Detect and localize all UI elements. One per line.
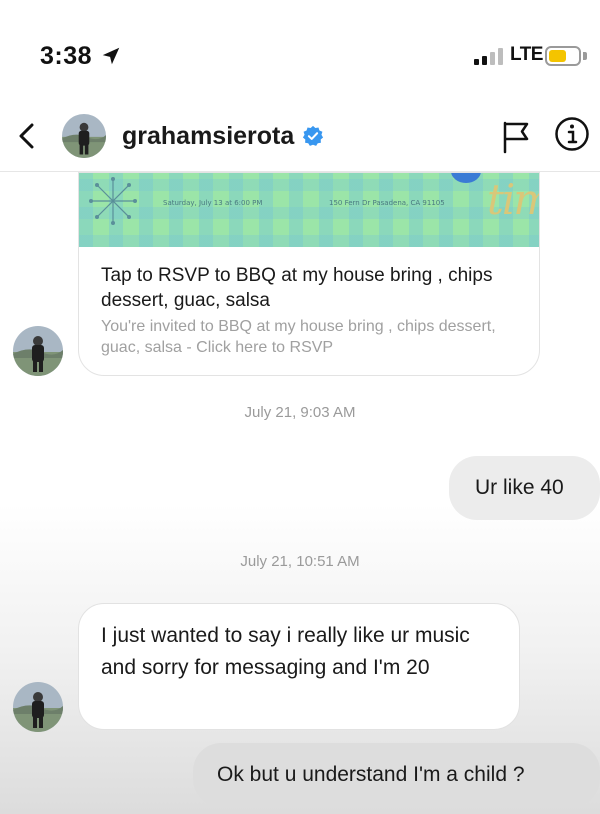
- invite-banner-image: Saturday, July 13 at 6:00 PM 150 Fern Dr…: [79, 173, 539, 247]
- location-arrow-icon: [102, 47, 120, 65]
- chat-header: grahamsierota: [0, 100, 600, 172]
- battery-tip: [583, 52, 587, 60]
- chat-username[interactable]: grahamsierota: [122, 122, 294, 151]
- battery-icon: [545, 46, 581, 66]
- network-label: LTE: [510, 44, 543, 65]
- info-icon[interactable]: [554, 116, 590, 152]
- verified-icon: [302, 125, 324, 146]
- invite-subtitle: You're invited to BBQ at my house bring …: [101, 318, 496, 356]
- banner-logo: tim: [487, 175, 539, 224]
- received-message-text: I just wanted to say i really like ur mu…: [101, 624, 470, 679]
- back-icon[interactable]: [12, 118, 42, 154]
- sent-message-text: Ur like 40: [475, 476, 564, 499]
- header-avatar[interactable]: [62, 114, 106, 158]
- rsvp-invite-card[interactable]: Saturday, July 13 at 6:00 PM 150 Fern Dr…: [78, 172, 540, 376]
- sent-message-text: Ok but u understand I'm a child ?: [217, 763, 525, 786]
- starburst-icon: [89, 177, 137, 225]
- banner-date-text: Saturday, July 13 at 6:00 PM: [163, 199, 263, 207]
- sender-avatar[interactable]: [13, 682, 63, 732]
- message-timestamp: July 21, 10:51 AM: [240, 553, 360, 570]
- status-bar: 3:38 LTE: [0, 0, 600, 100]
- flag-icon[interactable]: [500, 120, 532, 154]
- received-message-bubble[interactable]: I just wanted to say i really like ur mu…: [78, 603, 520, 730]
- message-timestamp: July 21, 9:03 AM: [244, 404, 356, 421]
- invite-title: Tap to RSVP to BBQ at my house bring , c…: [101, 265, 493, 311]
- status-time: 3:38: [40, 42, 93, 70]
- sender-avatar[interactable]: [13, 326, 63, 376]
- sent-message-bubble[interactable]: Ur like 40: [449, 456, 600, 520]
- sent-message-bubble[interactable]: Ok but u understand I'm a child ?: [193, 743, 600, 807]
- signal-strength-icon: [474, 47, 508, 65]
- banner-address-text: 150 Fern Dr Pasadena, CA 91105: [329, 199, 445, 207]
